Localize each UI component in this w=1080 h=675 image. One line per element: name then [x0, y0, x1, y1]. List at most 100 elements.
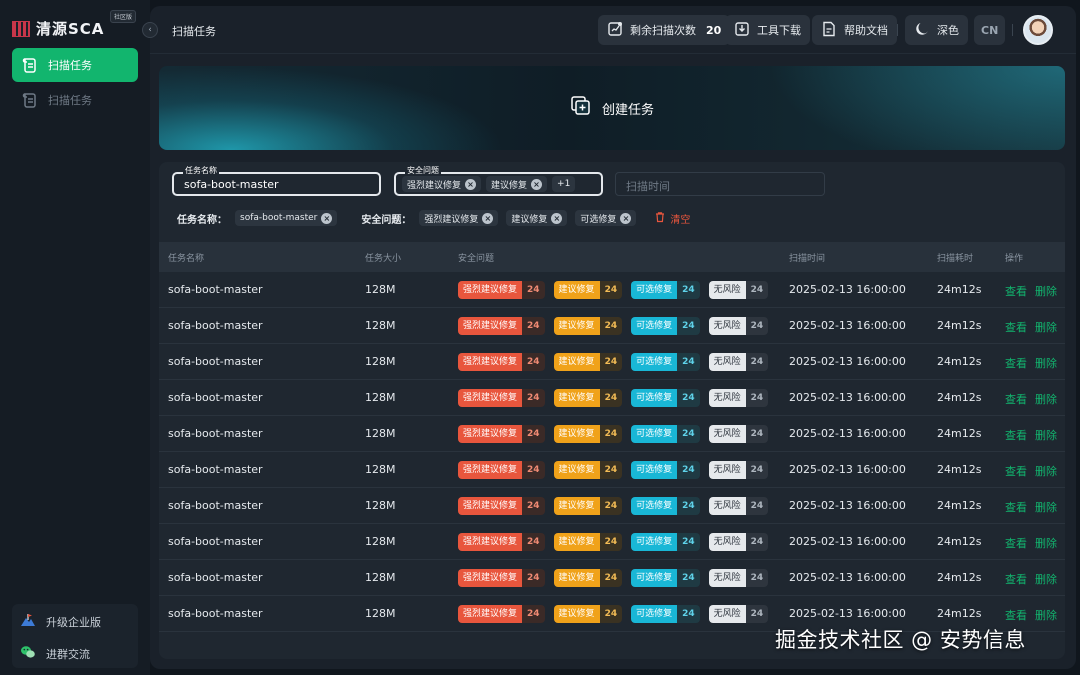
tag-count: 24 — [677, 353, 700, 371]
close-icon[interactable]: × — [620, 212, 632, 224]
tool-download-button[interactable]: 工具下载 — [725, 15, 810, 45]
column-header-task-size[interactable]: 任务大小 — [365, 251, 401, 264]
view-button[interactable]: 查看 — [1005, 499, 1027, 515]
delete-button[interactable]: 删除 — [1035, 319, 1057, 335]
tag-label: 可选修复 — [631, 353, 678, 371]
close-icon[interactable]: × — [531, 178, 543, 190]
security-issue-tags: 强烈建议修复 24 建议修复 24 可选修复 24 无风险 24 — [458, 317, 769, 335]
tag-label: 强烈建议修复 — [458, 389, 523, 407]
tag-label: 无风险 — [708, 353, 746, 371]
table-row[interactable]: sofa-boot-master 128M 强烈建议修复 24 建议修复 24 可选修复 24… — [159, 380, 1065, 416]
join-group-link[interactable]: 进群交流 — [20, 644, 90, 663]
remaining-scans-button[interactable]: 剩余扫描次数 20 — [598, 15, 731, 45]
delete-button[interactable]: 删除 — [1035, 571, 1057, 587]
recommended-fix-tag: 建议修复 24 — [553, 605, 623, 623]
tag-count: 24 — [677, 605, 700, 623]
security-issue-tags: 强烈建议修复 24 建议修复 24 可选修复 24 无风险 24 — [458, 353, 769, 371]
close-icon[interactable]: × — [465, 178, 477, 190]
scan-time-cell: 2025-02-13 16:00:00 — [789, 427, 906, 440]
column-header-security-issues[interactable]: 安全问题 — [458, 251, 494, 264]
scan-time-cell: 2025-02-13 16:00:00 — [789, 571, 906, 584]
tag-count: 24 — [745, 353, 769, 371]
view-button[interactable]: 查看 — [1005, 283, 1027, 299]
table-row[interactable]: sofa-boot-master 128M 强烈建议修复 24 建议修复 24 可选修复 24… — [159, 416, 1065, 452]
recommended-fix-tag: 建议修复 24 — [553, 425, 623, 443]
close-icon[interactable]: × — [482, 212, 494, 224]
view-button[interactable]: 查看 — [1005, 391, 1027, 407]
create-task-banner[interactable]: 创建任务 — [159, 66, 1065, 150]
table-row[interactable]: sofa-boot-master 128M 强烈建议修复 24 建议修复 24 可选修复 24… — [159, 308, 1065, 344]
view-button[interactable]: 查看 — [1005, 355, 1027, 371]
close-icon[interactable]: × — [551, 212, 563, 224]
topbar-divider — [1012, 24, 1013, 36]
table-row[interactable]: sofa-boot-master 128M 强烈建议修复 24 建议修复 24 可选修复 24… — [159, 524, 1065, 560]
tag-count: 24 — [677, 317, 700, 335]
app-logo[interactable]: 清源SCA — [12, 18, 104, 39]
recommended-fix-tag: 建议修复 24 — [553, 389, 623, 407]
chevron-left-icon: ‹ — [148, 25, 152, 35]
delete-button[interactable]: 删除 — [1035, 535, 1057, 551]
column-header-task-name[interactable]: 任务名称 — [168, 251, 204, 264]
tag-label: 可选修复 — [631, 425, 678, 443]
delete-button[interactable]: 删除 — [1035, 355, 1057, 371]
scan-duration-cell: 24m12s — [937, 571, 982, 584]
security-issues-select[interactable]: 安全问题 强烈建议修复 × 建议修复 × +1 — [394, 165, 603, 196]
tag-count: 24 — [677, 425, 700, 443]
tag-count: 24 — [599, 497, 623, 515]
applied-filter-chip: 强烈建议修复 × — [419, 210, 499, 226]
tag-label: 强烈建议修复 — [458, 569, 523, 587]
no-risk-tag: 无风险 24 — [708, 461, 769, 479]
scan-time-input[interactable]: 扫描时间 — [615, 172, 825, 196]
strongly-recommended-fix-tag: 强烈建议修复 24 — [458, 569, 545, 587]
theme-toggle-button[interactable]: 深色 — [905, 15, 968, 45]
table-row[interactable]: sofa-boot-master 128M 强烈建议修复 24 建议修复 24 可选修复 24… — [159, 452, 1065, 488]
upgrade-enterprise-label: 升级企业版 — [46, 615, 101, 629]
sidebar-collapse-button[interactable]: ‹ — [142, 22, 158, 38]
table-row[interactable]: sofa-boot-master 128M 强烈建议修复 24 建议修复 24 可选修复 24… — [159, 488, 1065, 524]
chip-label: 建议修复 — [511, 214, 548, 225]
tag-label: 建议修复 — [553, 317, 600, 335]
table-row[interactable]: sofa-boot-master 128M 强烈建议修复 24 建议修复 24 可选修复 24… — [159, 344, 1065, 380]
table-row[interactable]: sofa-boot-master 128M 强烈建议修复 24 建议修复 24 可选修复 24… — [159, 272, 1065, 308]
strongly-recommended-fix-tag: 强烈建议修复 24 — [458, 281, 545, 299]
view-button[interactable]: 查看 — [1005, 535, 1027, 551]
scan-duration-cell: 24m12s — [937, 391, 982, 404]
view-button[interactable]: 查看 — [1005, 607, 1027, 623]
tag-count: 24 — [677, 569, 700, 587]
table-header: 任务名称 任务大小 安全问题 扫描时间 扫描耗时 操作 — [159, 242, 1065, 272]
table-row[interactable]: sofa-boot-master 128M 强烈建议修复 24 建议修复 24 可选修复 24… — [159, 560, 1065, 596]
tag-label: 强烈建议修复 — [458, 425, 523, 443]
close-icon[interactable]: × — [321, 212, 333, 224]
no-risk-tag: 无风险 24 — [708, 497, 769, 515]
upgrade-enterprise-link[interactable]: 升级企业版 — [20, 612, 101, 631]
help-docs-button[interactable]: 帮助文档 — [812, 15, 897, 45]
task-size-cell: 128M — [365, 427, 396, 440]
sidebar-item-scan-tasks-secondary[interactable]: 扫描任务 — [12, 83, 138, 117]
more-chip: +1 — [552, 176, 576, 192]
view-button[interactable]: 查看 — [1005, 571, 1027, 587]
task-name-field[interactable]: 任务名称 sofa-boot-master — [172, 165, 381, 196]
delete-button[interactable]: 删除 — [1035, 427, 1057, 443]
task-name-cell: sofa-boot-master — [168, 355, 263, 368]
view-button[interactable]: 查看 — [1005, 319, 1027, 335]
delete-button[interactable]: 删除 — [1035, 499, 1057, 515]
security-issue-tags: 强烈建议修复 24 建议修复 24 可选修复 24 无风险 24 — [458, 461, 769, 479]
language-button[interactable]: CN — [974, 15, 1006, 45]
task-name-cell: sofa-boot-master — [168, 535, 263, 548]
delete-button[interactable]: 删除 — [1035, 463, 1057, 479]
no-risk-tag: 无风险 24 — [708, 389, 769, 407]
column-header-scan-duration[interactable]: 扫描耗时 — [937, 251, 973, 264]
view-button[interactable]: 查看 — [1005, 463, 1027, 479]
tag-label: 建议修复 — [553, 533, 600, 551]
tag-label: 强烈建议修复 — [458, 533, 523, 551]
delete-button[interactable]: 删除 — [1035, 283, 1057, 299]
user-avatar[interactable] — [1023, 15, 1053, 45]
sidebar-item-scan-tasks[interactable]: 扫描任务 — [12, 48, 138, 82]
task-name-field-label: 任务名称 — [183, 165, 219, 176]
delete-button[interactable]: 删除 — [1035, 391, 1057, 407]
column-header-scan-time[interactable]: 扫描时间 — [789, 251, 825, 264]
view-button[interactable]: 查看 — [1005, 427, 1027, 443]
clear-filters-button[interactable]: 清空 — [654, 211, 690, 226]
theme-label: 深色 — [937, 24, 959, 37]
delete-button[interactable]: 删除 — [1035, 607, 1057, 623]
